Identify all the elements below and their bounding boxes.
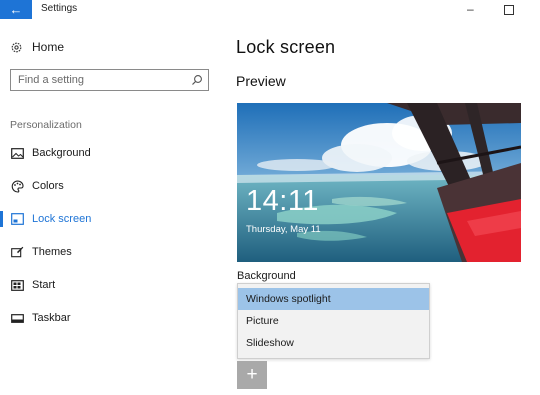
option-slideshow[interactable]: Slideshow	[238, 332, 429, 354]
sidebar-item-start[interactable]: Start	[0, 274, 222, 296]
page-title: Lock screen	[236, 37, 336, 57]
gear-icon	[10, 41, 23, 54]
option-windows-spotlight[interactable]: Windows spotlight	[238, 288, 429, 310]
active-indicator	[0, 211, 3, 227]
search-icon[interactable]	[191, 73, 203, 85]
palette-icon	[10, 179, 24, 193]
brush-icon	[10, 245, 24, 259]
preview-date: Thursday, May 11	[246, 224, 321, 235]
option-picture[interactable]: Picture	[238, 310, 429, 332]
start-grid-icon	[10, 278, 24, 292]
lock-screen-preview: 14:11 Thursday, May 11	[237, 103, 521, 262]
sidebar-item-label: Taskbar	[32, 312, 71, 324]
sidebar-item-label: Themes	[32, 246, 72, 258]
background-dropdown-list[interactable]: Windows spotlight Picture Slideshow	[237, 283, 430, 359]
sidebar-item-colors[interactable]: Colors	[0, 175, 222, 197]
add-app-button[interactable]: +	[237, 361, 267, 389]
preview-heading: Preview	[236, 73, 286, 89]
sidebar: Home Personalization Background Colors L…	[0, 19, 222, 395]
main-content: Lock screen Preview 14:11 Thursday, May …	[222, 19, 540, 395]
taskbar-icon	[10, 311, 24, 325]
background-label: Background	[237, 270, 296, 282]
sidebar-item-lock-screen[interactable]: Lock screen	[0, 208, 222, 230]
picture-icon	[10, 146, 24, 160]
search-input[interactable]	[11, 74, 183, 86]
home-link[interactable]: Home	[10, 40, 64, 54]
plus-icon: +	[246, 364, 258, 385]
back-button[interactable]: ←	[0, 0, 32, 19]
window-title: Settings	[41, 3, 78, 14]
sidebar-item-label: Lock screen	[32, 213, 92, 225]
sidebar-item-themes[interactable]: Themes	[0, 241, 222, 263]
sidebar-item-taskbar[interactable]: Taskbar	[0, 307, 222, 329]
search-box[interactable]	[10, 69, 209, 91]
section-label-personalization: Personalization	[10, 119, 82, 131]
sidebar-item-label: Background	[32, 147, 91, 159]
back-arrow-icon: ←	[9, 2, 23, 17]
preview-image	[237, 103, 521, 262]
minimize-button[interactable]: –	[467, 1, 474, 17]
sidebar-item-background[interactable]: Background	[0, 142, 222, 164]
lock-screen-icon	[10, 212, 24, 226]
home-label: Home	[32, 40, 65, 54]
sidebar-item-label: Start	[32, 279, 56, 291]
maximize-button[interactable]	[504, 5, 514, 15]
preview-time: 14:11	[246, 185, 319, 217]
title-bar: ← Settings –	[0, 0, 540, 19]
sidebar-item-label: Colors	[32, 180, 64, 192]
